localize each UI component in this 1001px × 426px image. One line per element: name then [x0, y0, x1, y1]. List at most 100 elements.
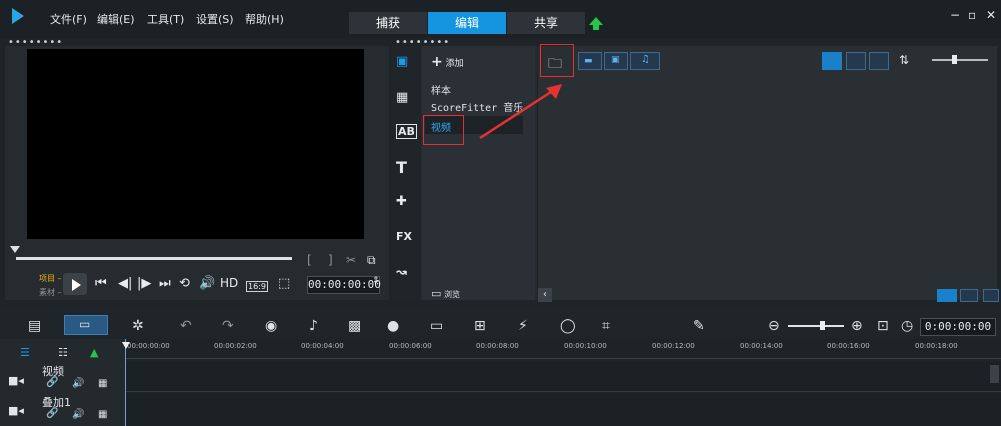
motion-tracking-icon[interactable]: ▩	[348, 318, 361, 334]
video-track[interactable]	[125, 362, 1001, 392]
auto-music-icon[interactable]: ♪	[309, 318, 318, 334]
ruler-tick-label: 00:00:04:00	[301, 342, 344, 350]
tab-capture[interactable]: 捕获	[349, 12, 427, 34]
link-icon[interactable]: 🔗	[46, 377, 58, 388]
enlarge-icon[interactable]: ⧉	[367, 253, 376, 268]
track-grid-icon[interactable]: ▦	[98, 378, 107, 389]
track-manager-icon[interactable]: ☰	[20, 346, 30, 359]
aspect-ratio-button[interactable]: 16:9	[246, 281, 268, 292]
playhead[interactable]	[125, 339, 126, 426]
zoom-slider[interactable]	[788, 325, 844, 327]
track-grid-icon[interactable]: ▦	[98, 409, 107, 420]
clock-icon: ◷	[901, 318, 914, 334]
scrub-handle[interactable]	[10, 246, 20, 253]
photo-icon: ▣	[611, 55, 620, 65]
fx-icon[interactable]: FX	[396, 230, 412, 243]
library-item[interactable]: 样本	[431, 82, 451, 97]
edit-panel-button[interactable]	[983, 289, 999, 302]
app-logo-icon	[12, 8, 24, 24]
thumbnail-size-slider-handle[interactable]	[952, 55, 957, 64]
tab-edit[interactable]: 编辑	[428, 12, 506, 34]
pan-zoom-icon[interactable]: ⌗	[602, 318, 610, 334]
material-mode-label[interactable]: 素材 –	[39, 287, 62, 298]
menu-tools[interactable]: 工具(T)	[147, 11, 184, 27]
browse-icon: ▭	[431, 287, 442, 300]
options-button[interactable]	[937, 289, 957, 302]
link-icon[interactable]: 🔗	[46, 408, 58, 419]
ruler-tick-label: 00:00:06:00	[389, 342, 432, 350]
panel-button[interactable]	[960, 289, 978, 302]
title-icon[interactable]: AB	[396, 124, 417, 139]
zoom-in-icon[interactable]: ⊕	[851, 318, 863, 334]
storyboard-view-icon: ▭	[79, 317, 91, 331]
repeat-icon[interactable]: ⟲	[179, 276, 190, 291]
home-icon[interactable]: ⏮	[95, 276, 107, 291]
menu-settings[interactable]: 设置(S)	[196, 11, 234, 27]
browse-button[interactable]: ▭ 浏览	[431, 287, 460, 300]
upload-icon-stem	[593, 24, 599, 30]
next-frame-icon[interactable]: |▶	[137, 276, 151, 291]
timecode-stepper[interactable]: ⇕	[372, 276, 380, 286]
ripple-editing-icon[interactable]: ▲	[90, 346, 98, 359]
overlay-track[interactable]	[125, 393, 1001, 426]
transition-icon[interactable]: ↝	[396, 265, 407, 280]
undo-icon[interactable]: ↶	[180, 318, 192, 334]
library-content-area	[538, 46, 997, 300]
previous-frame-icon[interactable]: ◀|	[118, 276, 132, 291]
view-grid-button[interactable]	[869, 52, 889, 70]
blend-icon[interactable]: ●	[387, 318, 399, 334]
add-label: 添加	[445, 59, 464, 69]
view-thumbnail-button[interactable]	[822, 52, 842, 70]
scissors-icon[interactable]: ✂	[346, 253, 356, 267]
minimize-button[interactable]: −	[950, 8, 960, 22]
zoom-slider-handle[interactable]	[820, 321, 825, 330]
browse-label: 浏览	[443, 290, 460, 299]
mask-icon[interactable]: ◯	[560, 318, 576, 334]
menu-edit[interactable]: 编辑(E)	[97, 11, 135, 27]
add-button[interactable]: + 添加	[431, 54, 464, 70]
maximize-button[interactable]: ▫	[968, 8, 976, 22]
fit-project-icon[interactable]: ⊡	[877, 318, 889, 334]
collapse-library-button[interactable]: ‹	[538, 288, 552, 302]
end-icon[interactable]: ⏭	[159, 276, 171, 291]
text-icon[interactable]: T	[396, 158, 407, 177]
speed-icon[interactable]: ⚡	[518, 318, 528, 334]
timeline-view-icon[interactable]: ▤	[28, 318, 41, 334]
multicam-icon[interactable]: ⊞	[474, 318, 486, 334]
player-timecode[interactable]: 00:00:00:00	[307, 276, 381, 294]
menu-file[interactable]: 文件(F)	[50, 11, 87, 27]
mark-in-icon[interactable]: [	[307, 253, 312, 267]
hd-button[interactable]: HD	[220, 276, 238, 290]
chapter-cue-icon[interactable]: ☷	[58, 346, 68, 359]
project-mode-label[interactable]: 项目 –	[39, 273, 62, 284]
change-size-icon[interactable]: ⬚	[278, 276, 290, 291]
playhead-handle[interactable]	[122, 342, 130, 349]
thumbnail-size-slider[interactable]	[932, 59, 988, 61]
tools-icon[interactable]: ✲	[132, 318, 144, 334]
track-volume-icon[interactable]: 🔊	[72, 409, 84, 420]
ruler-tick-label: 00:00:00:00	[127, 342, 170, 350]
volume-icon[interactable]: 🔊	[199, 276, 215, 291]
play-icon	[72, 279, 81, 291]
vertical-scrollbar[interactable]	[990, 365, 999, 383]
instant-project-icon[interactable]: ▦	[396, 90, 408, 105]
graphic-icon[interactable]: ✚	[396, 194, 407, 209]
import-folder-icon[interactable]: 🗀	[548, 53, 562, 77]
scrub-bar[interactable]	[16, 257, 292, 260]
smart-package-icon[interactable]: ✎	[693, 318, 705, 334]
track-volume-icon[interactable]: 🔊	[72, 378, 84, 389]
media-icon[interactable]: ▣	[396, 54, 408, 69]
close-button[interactable]: ✕	[986, 8, 996, 22]
tab-share[interactable]: 共享	[507, 12, 585, 34]
sort-icon[interactable]: ⇅	[899, 53, 909, 67]
menu-help[interactable]: 帮助(H)	[245, 11, 284, 27]
redo-icon[interactable]: ↷	[222, 318, 234, 334]
view-list-button[interactable]	[846, 52, 866, 70]
timeline-timecode[interactable]: 0:00:00:00	[920, 318, 996, 336]
mark-out-icon[interactable]: ]	[328, 253, 333, 267]
record-capture-icon[interactable]: ◉	[265, 318, 277, 334]
subtitle-icon[interactable]: ▭	[430, 318, 443, 334]
ruler-tick-label: 00:00:08:00	[476, 342, 519, 350]
ruler-tick-label: 00:00:02:00	[214, 342, 257, 350]
zoom-out-icon[interactable]: ⊖	[768, 318, 780, 334]
